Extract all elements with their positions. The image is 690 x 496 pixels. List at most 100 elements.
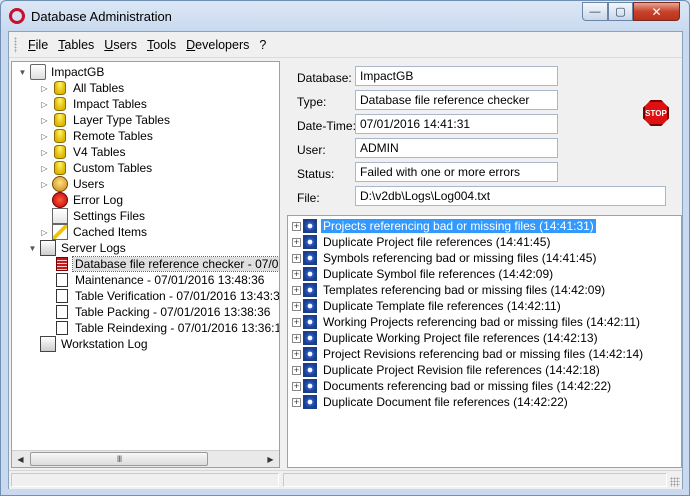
expand-icon[interactable]: + — [292, 397, 301, 407]
user-field[interactable]: ADMIN — [355, 138, 558, 158]
tree-item-settings-files[interactable]: Settings Files — [52, 208, 147, 224]
expand-icon[interactable]: ▷ — [40, 84, 49, 93]
menu-developers[interactable]: Developers — [181, 38, 254, 52]
expand-icon[interactable]: ▷ — [40, 132, 49, 141]
tree-item-all-tables[interactable]: ▷ All Tables — [40, 80, 126, 96]
collapse-icon[interactable]: ▼ — [28, 244, 37, 253]
users-icon — [52, 176, 68, 192]
expand-icon[interactable]: ▷ — [40, 164, 49, 173]
horizontal-scrollbar[interactable]: ◀ III ▶ — [12, 450, 279, 467]
log-entry[interactable]: + Duplicate Symbol file references (14:4… — [288, 266, 681, 282]
log-entry[interactable]: + Duplicate Template file references (14… — [288, 298, 681, 314]
log-entry-icon — [303, 251, 317, 265]
scroll-left-icon[interactable]: ◀ — [12, 451, 29, 467]
log-entry-label: Templates referencing bad or missing fil… — [323, 283, 606, 297]
tree-item-log-table-reindexing[interactable]: Table Reindexing - 07/01/2016 13:36:19 — [54, 320, 279, 336]
expand-icon[interactable]: + — [292, 365, 301, 375]
expand-icon[interactable]: + — [292, 285, 301, 295]
expand-icon[interactable]: ▷ — [40, 148, 49, 157]
database-icon — [30, 64, 46, 80]
tree-item-log-db-checker[interactable]: Database file reference checker - 07/01/… — [54, 256, 279, 272]
tree-item-log-table-packing[interactable]: Table Packing - 07/01/2016 13:38:36 — [54, 304, 272, 320]
log-entry-icon — [303, 347, 317, 361]
type-label: Type: — [297, 95, 327, 109]
log-entry-icon — [303, 395, 317, 409]
tree-item-cached-items[interactable]: ▷ Cached Items — [40, 224, 149, 240]
log-entry[interactable]: + Duplicate Working Project file referen… — [288, 330, 681, 346]
resize-grip-icon[interactable] — [670, 477, 680, 487]
tree-item-layer-type-tables[interactable]: ▷ Layer Type Tables — [40, 112, 172, 128]
log-entry[interactable]: + Symbols referencing bad or missing fil… — [288, 250, 681, 266]
window-title: Database Administration — [31, 9, 172, 24]
menu-tables[interactable]: Tables — [53, 38, 99, 52]
expand-icon[interactable]: + — [292, 333, 301, 343]
table-icon — [54, 129, 66, 143]
log-entries-tree[interactable]: + Projects referencing bad or missing fi… — [287, 215, 682, 468]
menu-file[interactable]: File — [23, 38, 53, 52]
scroll-right-icon[interactable]: ▶ — [262, 451, 279, 467]
log-entry[interactable]: + Templates referencing bad or missing f… — [288, 282, 681, 298]
log-entry[interactable]: + Working Projects referencing bad or mi… — [288, 314, 681, 330]
log-entry-icon — [303, 235, 317, 249]
tree-item-server-logs[interactable]: ▼ Server Logs — [28, 240, 128, 256]
log-entry-icon — [303, 331, 317, 345]
expand-icon[interactable]: + — [292, 301, 301, 311]
tree-item-users[interactable]: ▷ Users — [40, 176, 106, 192]
tree-item-impact-tables[interactable]: ▷ Impact Tables — [40, 96, 149, 112]
menu-users[interactable]: Users — [99, 38, 142, 52]
type-field[interactable]: Database file reference checker — [355, 90, 558, 110]
log-entry[interactable]: + Duplicate Project file references (14:… — [288, 234, 681, 250]
navigation-tree[interactable]: ▼ ImpactGB ▷ All Tables ▷ Impact Tables … — [11, 61, 280, 468]
tree-item-error-log[interactable]: Error Log — [52, 192, 125, 208]
tree-item-label: Database file reference checker - 07/01/… — [71, 256, 279, 272]
tree-item-remote-tables[interactable]: ▷ Remote Tables — [40, 128, 155, 144]
table-icon — [54, 145, 66, 159]
menu-tools[interactable]: Tools — [142, 38, 181, 52]
log-entry[interactable]: + Documents referencing bad or missing f… — [288, 378, 681, 394]
log-entry-label: Duplicate Document file references (14:4… — [323, 395, 568, 409]
tree-item-log-maintenance[interactable]: Maintenance - 07/01/2016 13:48:36 — [54, 272, 266, 288]
datetime-field[interactable]: 07/01/2016 14:41:31 — [355, 114, 558, 134]
close-button[interactable]: ✕ — [633, 2, 680, 21]
tree-item-v4-tables[interactable]: ▷ V4 Tables — [40, 144, 127, 160]
expand-icon[interactable]: + — [292, 317, 301, 327]
tree-item-label: Table Packing - 07/01/2016 13:38:36 — [75, 305, 271, 319]
database-field[interactable]: ImpactGB — [355, 66, 558, 86]
scrollbar-thumb[interactable]: III — [30, 452, 208, 466]
tree-item-workstation-log[interactable]: Workstation Log — [40, 336, 150, 352]
app-logo-icon — [9, 8, 25, 24]
error-icon — [52, 192, 68, 208]
user-label: User: — [297, 143, 326, 157]
expand-icon[interactable]: + — [292, 253, 301, 263]
log-entry[interactable]: + Duplicate Project Revision file refere… — [288, 362, 681, 378]
tree-item-root[interactable]: ▼ ImpactGB — [18, 64, 106, 80]
tree-item-label: Impact Tables — [73, 97, 147, 111]
expand-icon[interactable]: ▷ — [40, 116, 49, 125]
expand-icon[interactable]: + — [292, 221, 301, 231]
tree-item-label: Cached Items — [73, 225, 148, 239]
tree-item-custom-tables[interactable]: ▷ Custom Tables — [40, 160, 154, 176]
log-entry[interactable]: + Projects referencing bad or missing fi… — [288, 218, 681, 234]
expand-icon[interactable]: + — [292, 237, 301, 247]
datetime-label: Date-Time: — [297, 119, 356, 133]
title-bar[interactable]: Database Administration — ▢ ✕ — [1, 1, 689, 31]
expand-icon[interactable]: + — [292, 349, 301, 359]
tree-item-log-table-verification[interactable]: Table Verification - 07/01/2016 13:43:31 — [54, 288, 279, 304]
status-field[interactable]: Failed with one or more errors — [355, 162, 558, 182]
file-field[interactable]: D:\v2db\Logs\Log004.txt — [355, 186, 666, 206]
expand-icon[interactable]: ▷ — [40, 180, 49, 189]
expand-icon[interactable]: ▷ — [40, 228, 49, 237]
pane-splitter[interactable] — [281, 61, 285, 468]
log-entry-label: Project Revisions referencing bad or mis… — [323, 347, 644, 361]
maximize-button[interactable]: ▢ — [608, 2, 633, 21]
tree-item-label: V4 Tables — [73, 145, 126, 159]
tree-item-label: Maintenance - 07/01/2016 13:48:36 — [75, 273, 265, 287]
expand-icon[interactable]: + — [292, 269, 301, 279]
menu-help[interactable]: ? — [254, 38, 271, 52]
log-entry[interactable]: + Project Revisions referencing bad or m… — [288, 346, 681, 362]
expand-icon[interactable]: ▷ — [40, 100, 49, 109]
minimize-button[interactable]: — — [582, 2, 608, 21]
collapse-icon[interactable]: ▼ — [18, 68, 27, 77]
log-entry[interactable]: + Duplicate Document file references (14… — [288, 394, 681, 410]
expand-icon[interactable]: + — [292, 381, 301, 391]
